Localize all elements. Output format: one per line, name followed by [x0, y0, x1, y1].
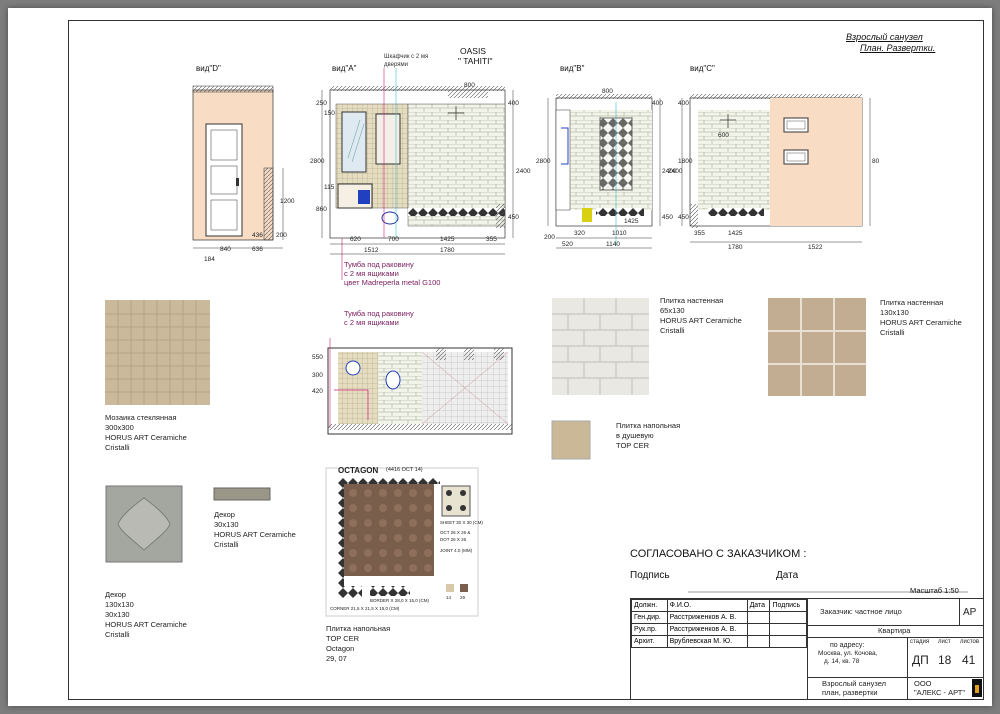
dim-c-3: 1425 — [728, 230, 743, 237]
stamp-customer: Заказчик: частное лицо — [820, 607, 902, 616]
stamp-drawing-2: план, развертки — [822, 688, 878, 697]
stamp-row: Ген.дир. Расстриженков А. В. — [631, 611, 807, 624]
dim-a-13: 400 — [508, 100, 519, 107]
dim-a-2: 800 — [464, 82, 475, 89]
dim-a-11: 860 — [316, 206, 327, 213]
dim-d-1: 436 — [252, 232, 263, 239]
view-b-elevation — [547, 94, 661, 249]
dim-c-6: 2400 — [668, 168, 683, 175]
octagon-code: (4416 OCT 14) — [386, 467, 423, 473]
stamp-sheet-header: лист — [938, 639, 951, 645]
approval-date: Дата — [776, 570, 799, 581]
octagon-border: BORDER X 28,0 X 15,0 (CM) — [370, 598, 430, 603]
dim-a-3: 620 — [350, 236, 361, 243]
dim-b-2: 1010 — [612, 230, 627, 237]
stamp-address-3: д. 14, кв. 78 — [824, 658, 860, 665]
dim-b-3: 320 — [574, 230, 585, 237]
octagon-sheet: SHEET 30 X 30 (CM) — [440, 520, 483, 525]
stamp-row: Рук.пр. Расстриженков А. В. — [631, 623, 807, 636]
floor-plan — [327, 338, 513, 435]
stamp-sheets-header: листов — [960, 639, 980, 645]
octagon-oct: OCT 26 X 26 & — [440, 530, 471, 535]
dim-a-6: 1425 — [440, 236, 455, 243]
dim-b-7: 1425 — [624, 218, 639, 225]
view-c-elevation — [681, 94, 871, 243]
vanity-note-a-3: цвет Madreperla metal G100 — [344, 278, 441, 287]
stamp-object: Квартира — [878, 626, 911, 635]
dim-a-4: 700 — [388, 236, 399, 243]
dim-b-8: 2800 — [536, 158, 551, 165]
plan-dim-0: 550 — [312, 354, 323, 361]
company-logo-icon — [972, 679, 982, 697]
dim-a-14: 450 — [508, 214, 519, 221]
plan-dim-1: 300 — [312, 372, 323, 379]
stamp-stage-header: стадия — [910, 639, 930, 645]
dim-a-0: 250 — [316, 100, 327, 107]
dim-c-9: 80 — [872, 158, 880, 165]
dim-c-0: 400 — [678, 100, 689, 107]
dim-b-10: 450 — [662, 214, 673, 221]
stamp-stage: ДП — [912, 653, 929, 667]
dim-c-4: 1780 — [728, 244, 743, 251]
stamp-sheet: 18 — [938, 653, 952, 667]
stamp-row: Архит. Врублевская М. Ю. — [631, 635, 807, 648]
dim-a-1: 150 — [324, 110, 335, 117]
dim-c-2: 355 — [694, 230, 705, 237]
dim-b-4: 520 — [562, 241, 573, 248]
dim-a-10: 2400 — [516, 168, 531, 175]
dim-c-8: 450 — [678, 214, 689, 221]
approval-title: СОГЛАСОВАНО С ЗАКАЗЧИКОМ : — [630, 548, 807, 560]
dim-b-1: 400 — [652, 100, 663, 107]
dim-d-2: 636 — [252, 246, 263, 253]
dim-d-4: 184 — [204, 256, 215, 263]
drawing-sheet: Взрослый санузел План. Развертки. вид"D"… — [8, 8, 992, 706]
octagon-color-2: 29 — [460, 595, 466, 600]
octagon-title: OCTAGON — [338, 466, 379, 475]
octagon-color-1: 14 — [446, 595, 452, 600]
octagon-dot: DOT 26 X 26 — [440, 537, 467, 542]
vanity-note-plan-2: с 2 мя ящиками — [344, 318, 399, 327]
view-a-elevation — [321, 68, 514, 280]
dim-d-3: 200 — [276, 232, 287, 239]
dim-c-5: 1522 — [808, 244, 823, 251]
dim-b-5: 1140 — [606, 241, 620, 248]
title-block: Должн. Ф.И.О. Дата Подпись Ген.дир. Расстриж… — [630, 598, 984, 700]
dim-a-7: 1780 — [440, 247, 455, 254]
stamp-header-row: Должн. Ф.И.О. Дата Подпись — [631, 599, 807, 612]
dim-a-8: 355 — [486, 236, 497, 243]
dim-b-6: 200 — [544, 234, 555, 241]
view-d-elevation — [192, 85, 284, 249]
dim-d-0: 840 — [220, 246, 231, 253]
approval-signature: Подпись — [630, 570, 670, 581]
stamp-code: АР — [963, 607, 977, 618]
dim-c-7: 1800 — [678, 158, 693, 165]
stamp-company-2: "АЛЕКС - АРТ" — [914, 688, 966, 697]
approval-scale: Масштаб 1:50 — [910, 586, 959, 595]
dim-c-1: 600 — [718, 132, 729, 139]
dim-a-12: 115 — [324, 184, 335, 191]
stamp-address-1: по адресу: — [830, 642, 865, 649]
dim-a-5: 1512 — [364, 247, 379, 254]
plan-dim-2: 420 — [312, 388, 323, 395]
dim-b-0: 800 — [602, 88, 613, 95]
octagon-joint: JOINT 4.0 (MM) — [440, 548, 473, 553]
stamp-sheets: 41 — [962, 653, 976, 667]
material-swatches — [105, 298, 866, 617]
octagon-corner: CORNER 21,5 X 21,5 X 15,0 (CM) — [330, 606, 400, 611]
dim-a-9: 2800 — [310, 158, 325, 165]
dim-d-5: 1200 — [280, 198, 295, 205]
